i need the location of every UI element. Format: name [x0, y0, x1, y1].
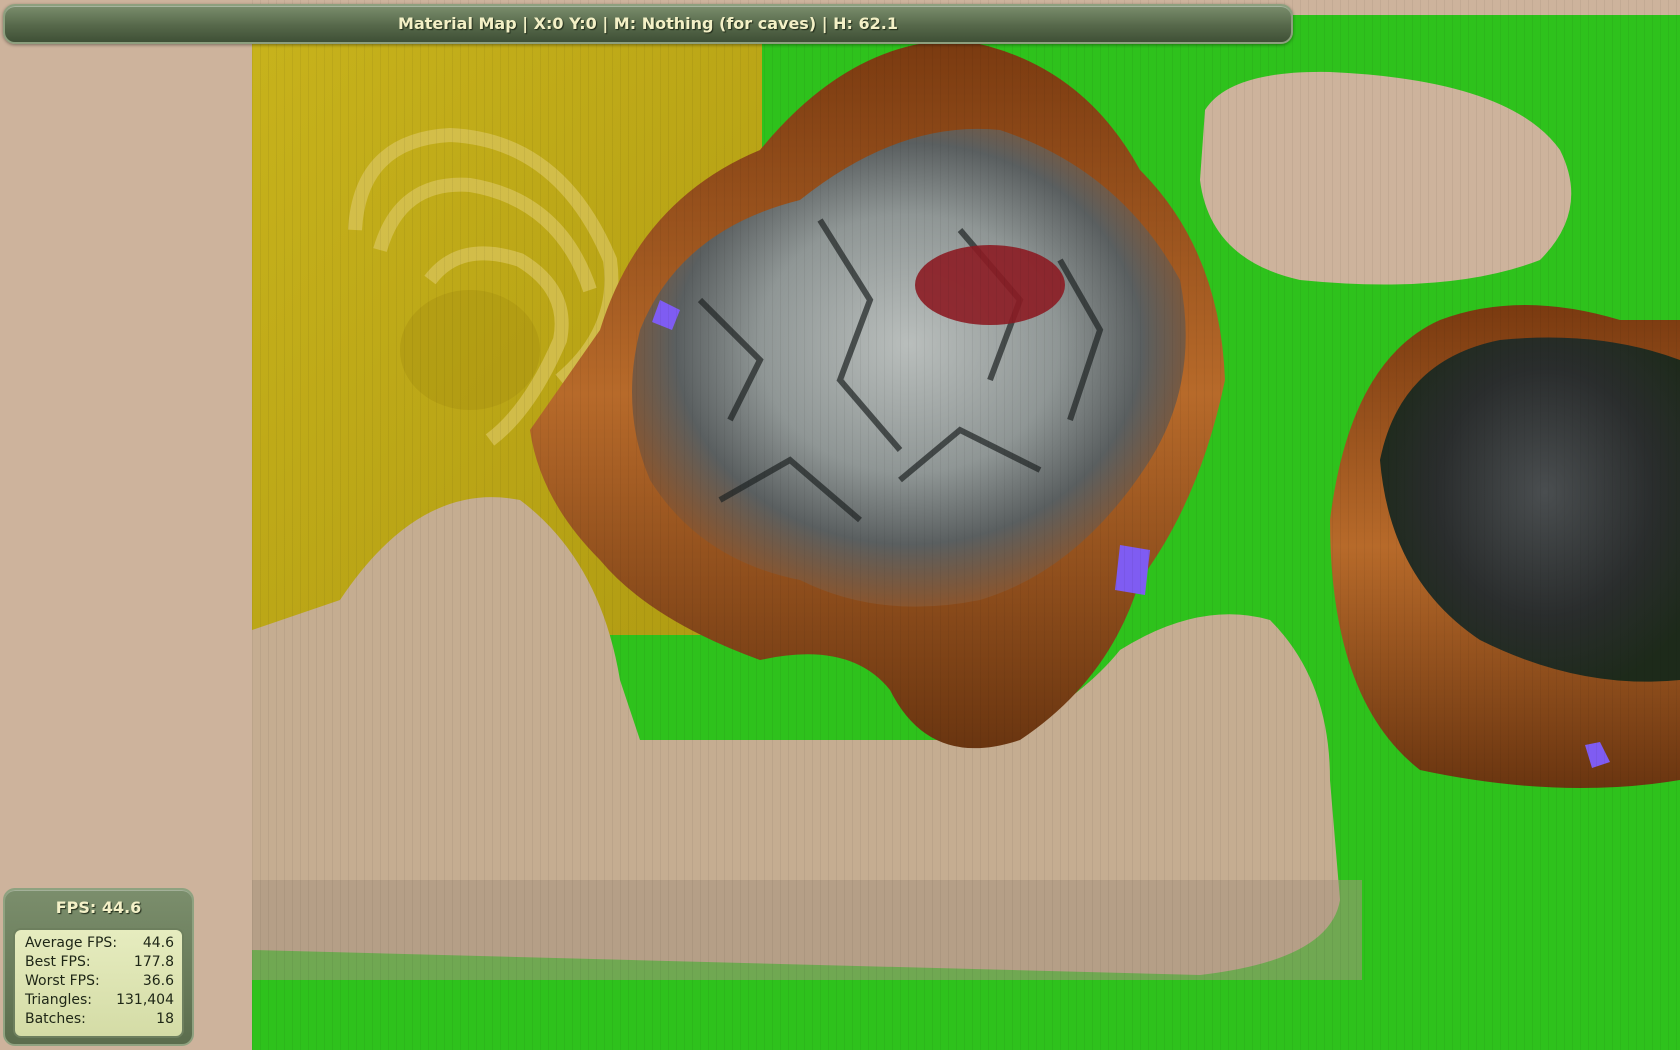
- fps-panel: FPS: 44.6 Average FPS: 44.6 Best FPS: 17…: [3, 888, 194, 1046]
- stat-label: Best FPS:: [25, 954, 91, 970]
- red-patch: [915, 245, 1065, 325]
- right-rock: [1330, 305, 1680, 788]
- stat-average-fps: Average FPS: 44.6: [25, 934, 174, 953]
- stat-value: 18: [156, 1011, 174, 1027]
- stat-label: Batches:: [25, 1011, 86, 1027]
- status-text: Material Map | X:0 Y:0 | M: Nothing (for…: [398, 14, 898, 33]
- water-patch: [1115, 545, 1150, 595]
- stat-value: 44.6: [142, 935, 174, 951]
- status-bar: Material Map | X:0 Y:0 | M: Nothing (for…: [3, 4, 1293, 44]
- stat-label: Average FPS:: [25, 935, 118, 951]
- 3d-viewport[interactable]: [0, 0, 1680, 1050]
- fps-stats-box: Average FPS: 44.6 Best FPS: 177.8 Worst …: [13, 928, 184, 1038]
- stat-triangles: Triangles: 131,404: [25, 991, 174, 1010]
- stat-value: 177.8: [133, 954, 174, 970]
- sand-shadow-band: [252, 880, 1362, 980]
- stat-label: Worst FPS:: [25, 973, 100, 989]
- yellow-ring-shadow: [400, 290, 540, 410]
- stat-label: Triangles:: [25, 992, 92, 1008]
- stat-worst-fps: Worst FPS: 36.6: [25, 972, 174, 991]
- stat-value: 131,404: [116, 992, 174, 1008]
- stat-best-fps: Best FPS: 177.8: [25, 953, 174, 972]
- fps-title: FPS: 44.6: [55, 898, 142, 917]
- stat-batches: Batches: 18: [25, 1010, 174, 1029]
- stat-value: 36.6: [142, 973, 174, 989]
- terrain-scene: [0, 0, 1680, 1050]
